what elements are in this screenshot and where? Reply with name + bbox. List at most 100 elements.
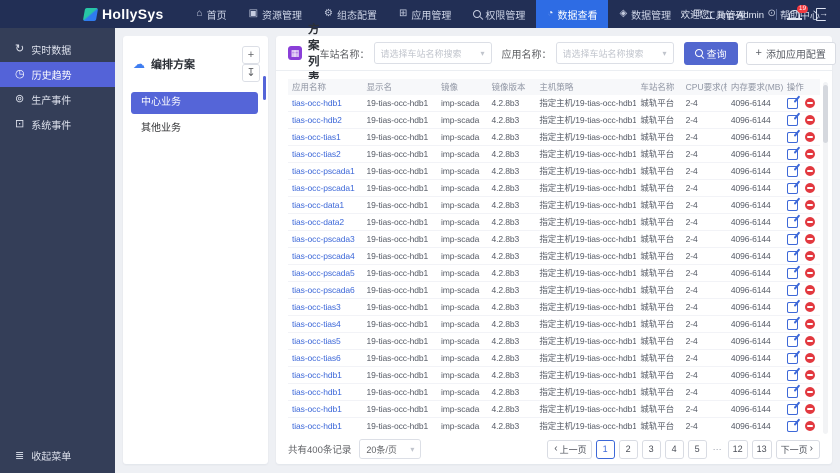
sidebar-item-production[interactable]: ⊚ 生产事件 <box>0 87 115 112</box>
app-name-link[interactable]: tias-occ-hdb1 <box>292 421 342 431</box>
page-button-5[interactable]: 5 <box>687 439 707 459</box>
table-row: tias-occ-hdb1 19-tias-occ-hdb1 imp-scada 4.… <box>288 417 820 434</box>
plan-scrollbar[interactable] <box>263 76 266 100</box>
edit-icon[interactable] <box>786 386 798 398</box>
stop-icon[interactable] <box>804 421 815 431</box>
stop-icon[interactable] <box>804 404 815 414</box>
stop-icon[interactable] <box>804 166 815 176</box>
app-select[interactable]: 请选择车站名称搜索 ▾ <box>555 42 674 64</box>
app-name-link[interactable]: tias-occ-pscada4 <box>292 251 355 261</box>
app-name-link[interactable]: tias-occ-data1 <box>292 200 344 210</box>
app-name-link[interactable]: tias-occ-hdb1 <box>292 404 342 414</box>
app-name-link[interactable]: tias-occ-pscada6 <box>292 285 355 295</box>
plan-item-center[interactable]: 中心业务 <box>131 92 258 114</box>
edit-icon[interactable] <box>786 369 798 381</box>
app-name-cell: tias-occ-data2 <box>288 213 363 231</box>
app-name-link[interactable]: tias-occ-hdb2 <box>292 115 342 125</box>
nav-item-config[interactable]: ⚙ 组态配置 <box>313 0 388 28</box>
edit-icon[interactable] <box>786 352 798 364</box>
next-page-button[interactable]: 下一页 › <box>775 439 820 459</box>
logout-icon[interactable] <box>816 7 826 21</box>
edit-icon[interactable] <box>786 403 798 415</box>
app-name-link[interactable]: tias-occ-hdb1 <box>292 387 342 397</box>
query-button[interactable]: 查询 <box>683 41 738 65</box>
add-app-config-button[interactable]: + 添加应用配置 <box>745 41 836 65</box>
import-plan-button[interactable]: ↧ <box>242 64 260 82</box>
app-name-link[interactable]: tias-occ-data2 <box>292 217 344 227</box>
app-name-link[interactable]: tias-occ-hdb1 <box>292 370 342 380</box>
edit-icon[interactable] <box>786 148 798 160</box>
edit-icon[interactable] <box>786 250 798 262</box>
collapse-menu-button[interactable]: ≣ 收起菜单 <box>15 448 71 463</box>
image-cell: imp-scada <box>436 128 488 146</box>
stop-icon[interactable] <box>804 268 815 278</box>
stop-icon[interactable] <box>804 387 815 397</box>
stop-icon[interactable] <box>804 353 815 363</box>
page-button-12[interactable]: 12 <box>727 439 748 459</box>
prev-page-button[interactable]: ‹ 上一页 <box>547 439 592 459</box>
edit-icon[interactable] <box>786 199 798 211</box>
nav-item-resource[interactable]: ▣ 资源管理 <box>238 0 313 28</box>
stop-icon[interactable] <box>804 251 815 261</box>
nav-item-apps[interactable]: ⊞ 应用管理 <box>388 0 462 28</box>
app-name-link[interactable]: tias-occ-tias6 <box>292 353 341 363</box>
stop-icon[interactable] <box>804 336 815 346</box>
notifications-button[interactable]: 19 <box>787 4 808 20</box>
stop-icon[interactable] <box>804 149 815 159</box>
page-button-1[interactable]: 1 <box>595 439 615 459</box>
app-name-link[interactable]: tias-occ-pscada1 <box>292 166 355 176</box>
stop-icon[interactable] <box>804 200 815 210</box>
page-button-3[interactable]: 3 <box>641 439 661 459</box>
edit-icon[interactable] <box>786 335 798 347</box>
edit-icon[interactable] <box>786 165 798 177</box>
stop-icon[interactable] <box>804 217 815 227</box>
station-select[interactable]: 请选择车站名称搜索 ▾ <box>373 42 492 64</box>
app-name-link[interactable]: tias-occ-hdb1 <box>292 98 342 108</box>
stop-icon[interactable] <box>804 370 815 380</box>
sidebar-item-system[interactable]: ⊡ 系统事件 <box>0 112 115 137</box>
cpu-requirement-cell: 2-4 <box>681 264 727 282</box>
edit-icon[interactable] <box>786 182 798 194</box>
app-name-link[interactable]: tias-occ-tias3 <box>292 302 341 312</box>
sidebar-item-history[interactable]: ◷ 历史趋势 <box>0 62 115 87</box>
edit-icon[interactable] <box>786 284 798 296</box>
plan-item-other[interactable]: 其他业务 <box>131 118 258 140</box>
page-button-2[interactable]: 2 <box>618 439 638 459</box>
app-name-link[interactable]: tias-occ-tias2 <box>292 149 341 159</box>
table-scrollbar-thumb[interactable] <box>823 85 828 143</box>
nav-item-data-manage[interactable]: ◈ 数据管理 <box>608 0 682 28</box>
stop-icon[interactable] <box>804 285 815 295</box>
stop-icon[interactable] <box>804 234 815 244</box>
edit-icon[interactable] <box>786 216 798 228</box>
app-name-link[interactable]: tias-occ-pscada3 <box>292 234 355 244</box>
stop-icon[interactable] <box>804 183 815 193</box>
edit-icon[interactable] <box>786 114 798 126</box>
edit-icon[interactable] <box>786 267 798 279</box>
app-name-link[interactable]: tias-occ-pscada5 <box>292 268 355 278</box>
page-button-13[interactable]: 13 <box>751 439 772 459</box>
edit-icon[interactable] <box>786 233 798 245</box>
stop-icon[interactable] <box>804 319 815 329</box>
sidebar-item-realtime[interactable]: ↻ 实时数据 <box>0 37 115 62</box>
stop-icon[interactable] <box>804 302 815 312</box>
nav-item-home[interactable]: ⌂ 首页 <box>186 0 238 28</box>
page-button-4[interactable]: 4 <box>664 439 684 459</box>
table-scrollbar[interactable] <box>823 82 828 434</box>
edit-icon[interactable] <box>786 131 798 143</box>
app-name-link[interactable]: tias-occ-pscada1 <box>292 183 355 193</box>
edit-icon[interactable] <box>786 301 798 313</box>
app-name-link[interactable]: tias-occ-tias1 <box>292 132 341 142</box>
edit-icon[interactable] <box>786 97 798 109</box>
stop-icon[interactable] <box>804 132 815 142</box>
app-name-link[interactable]: tias-occ-tias5 <box>292 336 341 346</box>
image-cell: imp-scada <box>436 383 488 401</box>
edit-icon[interactable] <box>786 420 798 432</box>
nav-item-permission[interactable]: 权限管理 <box>462 0 536 28</box>
page-size-select[interactable]: 20条/页 ▾ <box>359 439 422 459</box>
stop-icon[interactable] <box>804 115 815 125</box>
add-plan-button[interactable]: + <box>242 46 260 64</box>
nav-item-data-view[interactable]: ◔ 数据查看 <box>536 0 609 28</box>
edit-icon[interactable] <box>786 318 798 330</box>
app-name-link[interactable]: tias-occ-tias4 <box>292 319 341 329</box>
stop-icon[interactable] <box>804 98 815 108</box>
